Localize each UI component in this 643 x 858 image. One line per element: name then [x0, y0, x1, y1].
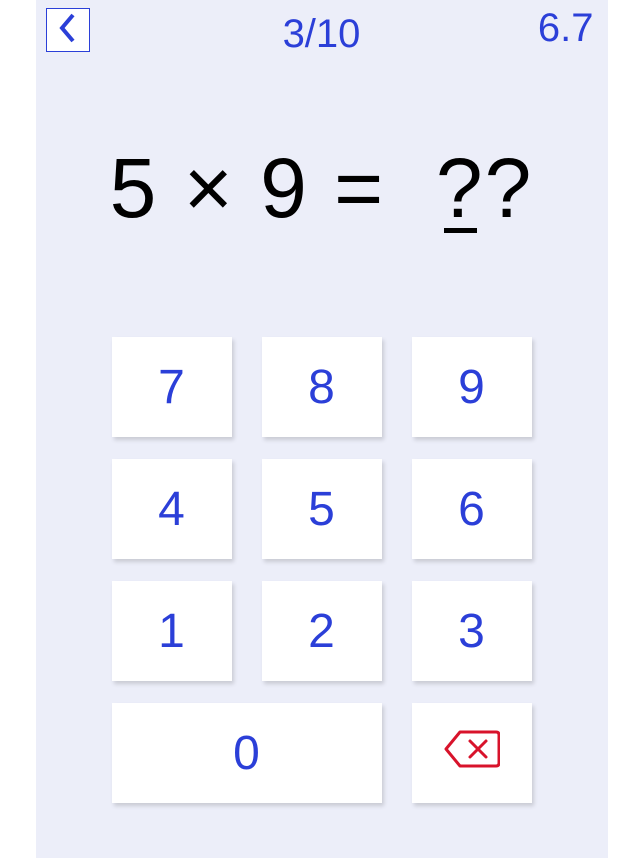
key-6[interactable]: 6 [412, 459, 532, 559]
timer: 6.7 [538, 6, 594, 51]
answer-digit-2: ? [485, 140, 534, 237]
operand-1: 5 [110, 141, 159, 235]
equals-sign: = [334, 141, 385, 235]
key-delete[interactable] [412, 703, 532, 803]
answer-digit-1: ? [436, 140, 485, 237]
key-7[interactable]: 7 [112, 337, 232, 437]
key-0[interactable]: 0 [112, 703, 382, 803]
chevron-left-icon [58, 13, 78, 48]
progress-counter: 3/10 [283, 12, 361, 57]
backspace-icon [444, 726, 500, 781]
back-button[interactable] [46, 8, 90, 52]
header: 3/10 6.7 [36, 0, 608, 60]
key-4[interactable]: 4 [112, 459, 232, 559]
key-8[interactable]: 8 [262, 337, 382, 437]
key-5[interactable]: 5 [262, 459, 382, 559]
key-3[interactable]: 3 [412, 581, 532, 681]
keypad: 7 8 9 4 5 6 1 2 3 0 [112, 337, 532, 803]
app-screen: 3/10 6.7 5 × 9 = ?? 7 8 9 4 5 6 1 2 3 0 [36, 0, 608, 858]
key-1[interactable]: 1 [112, 581, 232, 681]
operator: × [184, 141, 235, 235]
operand-2: 9 [260, 141, 309, 235]
key-2[interactable]: 2 [262, 581, 382, 681]
question: 5 × 9 = ?? [36, 140, 608, 237]
key-9[interactable]: 9 [412, 337, 532, 437]
